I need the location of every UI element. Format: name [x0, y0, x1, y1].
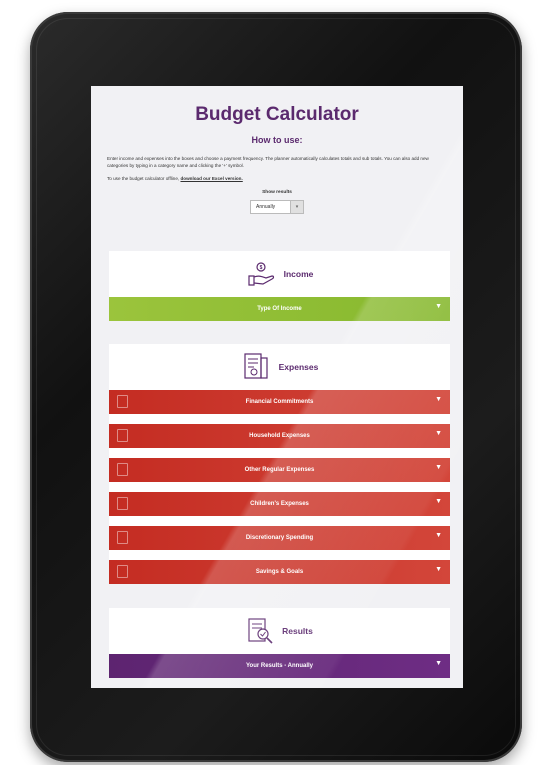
how-to-heading: How to use: [251, 135, 303, 145]
income-header: $ Income [109, 251, 450, 297]
row-label: Financial Commitments [245, 399, 314, 405]
caret-down-icon[interactable]: ▼ [435, 660, 442, 667]
bill-icon [117, 429, 128, 442]
frequency-select[interactable]: Annually ▾ [250, 200, 304, 214]
row-label: Other Regular Expenses [244, 467, 315, 473]
caret-down-icon[interactable]: ▼ [435, 303, 442, 310]
report-magnifier-icon [248, 618, 273, 644]
expense-row-discretionary-spending[interactable]: Discretionary Spending ▼ [109, 526, 450, 550]
row-label: Savings & Goals [255, 569, 304, 575]
frequency-value: Annually [256, 204, 276, 210]
page-title: Budget Calculator [195, 104, 359, 125]
caret-down-icon[interactable]: ▼ [435, 464, 442, 471]
row-label: Type Of Income [257, 306, 302, 312]
caret-down-icon[interactable]: ▼ [435, 532, 442, 539]
caret-down-icon[interactable]: ▼ [435, 566, 442, 573]
caret-down-icon[interactable]: ▼ [435, 430, 442, 437]
caret-down-icon[interactable]: ▼ [435, 498, 442, 505]
bill-icon [117, 565, 128, 578]
expense-row-household-expenses[interactable]: Household Expenses ▼ [109, 424, 450, 448]
row-label: Discretionary Spending [245, 535, 314, 541]
caret-down-icon[interactable]: ▼ [435, 396, 442, 403]
expense-row-other-regular-expenses[interactable]: Other Regular Expenses ▼ [109, 458, 450, 482]
hand-coin-icon: $ [248, 262, 274, 286]
expenses-heading: Expenses [278, 362, 319, 372]
offline-text: To use the budget calculator offline, [107, 176, 181, 181]
svg-text:$: $ [259, 265, 262, 271]
row-label: Children's Expenses [250, 501, 309, 507]
screen: Budget Calculator How to use: Enter inco… [91, 86, 463, 688]
results-header: Results [109, 608, 450, 654]
bill-icon [117, 463, 128, 476]
bills-icon [244, 353, 268, 379]
income-section: $ Income Type Of Income ▼ [109, 251, 450, 321]
instructions-text: Enter income and expenses into the boxes… [107, 156, 429, 168]
expense-row-financial-commitments[interactable]: Financial Commitments ▼ [109, 390, 450, 414]
expense-row-savings-goals[interactable]: Savings & Goals ▼ [109, 560, 450, 584]
results-row-annually[interactable]: Your Results - Annually ▼ [109, 654, 450, 678]
results-heading: Results [282, 626, 313, 636]
excel-download-link[interactable]: download our Excel version. [180, 176, 242, 181]
chevron-down-icon[interactable]: ▾ [290, 201, 303, 213]
expense-row-childrens-expenses[interactable]: Children's Expenses ▼ [109, 492, 450, 516]
bill-icon [117, 395, 128, 408]
income-row-type-of-income[interactable]: Type Of Income ▼ [109, 297, 450, 321]
row-label: Your Results - Annually [245, 663, 313, 669]
bill-icon [117, 497, 128, 510]
results-section: Results Your Results - Annually ▼ [109, 608, 450, 678]
expenses-header: Expenses [109, 344, 450, 390]
row-label: Household Expenses [249, 433, 310, 439]
bill-icon [117, 531, 128, 544]
show-results-label: Show results [262, 190, 292, 195]
expenses-section: Expenses Financial Commitments ▼ Househo… [109, 344, 450, 584]
income-heading: Income [283, 269, 314, 279]
offline-note: To use the budget calculator offline, do… [107, 176, 447, 181]
